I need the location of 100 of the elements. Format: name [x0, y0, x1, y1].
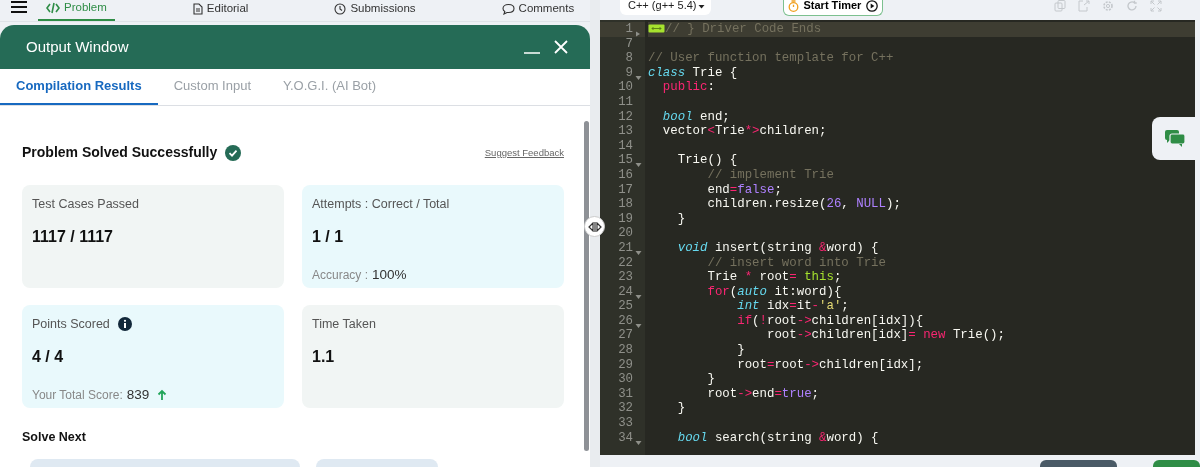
line-number: 30 — [618, 372, 633, 387]
stat-label: Time Taken — [312, 316, 376, 333]
chat-icon — [1163, 128, 1186, 149]
code-line: if(!root->children[idx]){ — [736, 313, 924, 328]
line-number: 15 — [618, 153, 633, 168]
export-icon — [1078, 0, 1090, 12]
speech-bubble-icon — [501, 3, 515, 15]
code-line: // User function template for C++ — [648, 51, 894, 66]
fold-arrow-icon[interactable] — [635, 439, 642, 446]
expand-icon — [1150, 0, 1162, 12]
code-line: public: — [661, 80, 715, 95]
line-number: 19 — [618, 211, 633, 227]
stat-value: 1117 / 1117 — [32, 226, 114, 247]
code-line: // insert word into Trie — [706, 255, 886, 270]
line-number: 16 — [618, 167, 633, 183]
line-number: 31 — [618, 386, 633, 402]
line-number: 17 — [618, 182, 633, 198]
line-number: 22 — [618, 255, 633, 271]
resize-arrows-icon — [587, 221, 602, 232]
fold-arrow-icon[interactable] — [635, 322, 642, 329]
line-number: 32 — [618, 401, 633, 417]
fold-arrow-icon[interactable] — [635, 30, 641, 38]
document-icon — [192, 3, 203, 15]
line-number: 9 — [625, 65, 633, 81]
line-number: 1 — [625, 22, 633, 37]
status-heading: Problem Solved Successfully — [22, 143, 218, 162]
stat-value: 1.1 — [312, 346, 336, 367]
fold-arrow-icon[interactable] — [635, 249, 642, 256]
stopwatch-icon — [787, 0, 799, 12]
code-line: void insert(string &word) { — [676, 240, 879, 255]
section-heading: Solve Next — [22, 429, 87, 446]
code-line: bool end; — [661, 109, 730, 124]
line-number: 33 — [618, 416, 633, 431]
stat-label: Points Scored — [32, 316, 110, 333]
refresh-icon — [1126, 0, 1138, 12]
stat-value: 1 / 1 — [312, 226, 345, 247]
footer-button[interactable] — [1040, 460, 1117, 467]
code-line: } — [736, 343, 745, 358]
code-line: // implement Trie — [706, 167, 834, 182]
line-number: 23 — [618, 270, 633, 285]
close-button[interactable] — [554, 40, 568, 54]
code-line: } — [676, 401, 686, 416]
code-line: Trie * root= this; — [706, 270, 842, 285]
window-title: Output Window — [26, 36, 129, 57]
nav-tab[interactable]: Problem — [38, 0, 115, 21]
line-number: 20 — [618, 226, 633, 241]
stat-note-value: 839 — [126, 385, 150, 404]
line-number: 29 — [618, 357, 633, 373]
stat-label: Test Cases Passed — [32, 196, 139, 213]
fold-marker-icon[interactable] — [648, 24, 665, 33]
line-number: 24 — [618, 284, 633, 300]
code-line: root=root->children[idx]; — [736, 357, 924, 372]
settings-icon — [1102, 0, 1114, 12]
copy-icon — [1054, 0, 1066, 12]
play-circle-icon — [866, 0, 879, 12]
nav-tab[interactable]: Comments — [493, 0, 583, 21]
start-timer-button[interactable]: Start Timer — [782, 0, 884, 16]
line-number: 28 — [618, 343, 633, 358]
stat-note-label: Your Total Score: — [32, 386, 123, 404]
stat-note-label: Accuracy : — [312, 266, 368, 284]
footer-button[interactable] — [1152, 460, 1200, 467]
code-line: root->children[idx]= new Trie(); — [765, 328, 1005, 343]
line-number: 12 — [618, 109, 633, 125]
code-line: } — [706, 372, 715, 387]
line-number: 25 — [618, 299, 633, 314]
stat-note-value: 100% — [372, 265, 407, 284]
code-line: vector<Trie*>children; — [661, 124, 827, 139]
language-dropdown[interactable]: C++ (g++ 5.4) — [620, 0, 711, 15]
code-line: Trie() { — [676, 153, 738, 168]
scrollbar-thumb[interactable] — [584, 121, 589, 451]
code-line: class Trie { — [648, 65, 738, 80]
line-number: 21 — [618, 240, 633, 256]
code-icon — [46, 2, 60, 14]
line-number: 13 — [618, 124, 633, 139]
code-line: for(auto it:word){ — [706, 284, 842, 299]
code-line: root->end=true; — [706, 386, 820, 401]
line-number: 18 — [618, 197, 633, 212]
clock-icon — [334, 3, 347, 15]
line-number: 26 — [618, 313, 633, 329]
line-number: 7 — [625, 36, 633, 52]
minimize-icon — [524, 52, 540, 54]
chat-button[interactable] — [1152, 117, 1197, 160]
line-number: 34 — [618, 430, 633, 446]
nav-tab[interactable]: Submissions — [326, 0, 424, 21]
code-line: children.resize(26, NULL); — [706, 197, 901, 212]
suggest-feedback-link[interactable]: Suggest Feedback — [484, 146, 564, 161]
output-tab[interactable]: Compilation Results — [0, 69, 158, 105]
check-circle-icon — [225, 144, 242, 161]
code-line: int idx=it-'a'; — [736, 299, 849, 314]
nav-tab[interactable]: Editorial — [184, 0, 257, 21]
stat-value: 4 / 4 — [32, 346, 65, 367]
line-number: 14 — [618, 138, 633, 154]
fold-arrow-icon[interactable] — [635, 74, 642, 81]
code-line: end=false; — [706, 182, 782, 197]
line-number: 8 — [625, 51, 633, 66]
menu-icon[interactable] — [10, 0, 28, 14]
fold-arrow-icon[interactable] — [635, 293, 642, 300]
code-line: } — [676, 211, 686, 226]
line-number: 11 — [618, 94, 633, 110]
fold-arrow-icon[interactable] — [635, 162, 642, 169]
